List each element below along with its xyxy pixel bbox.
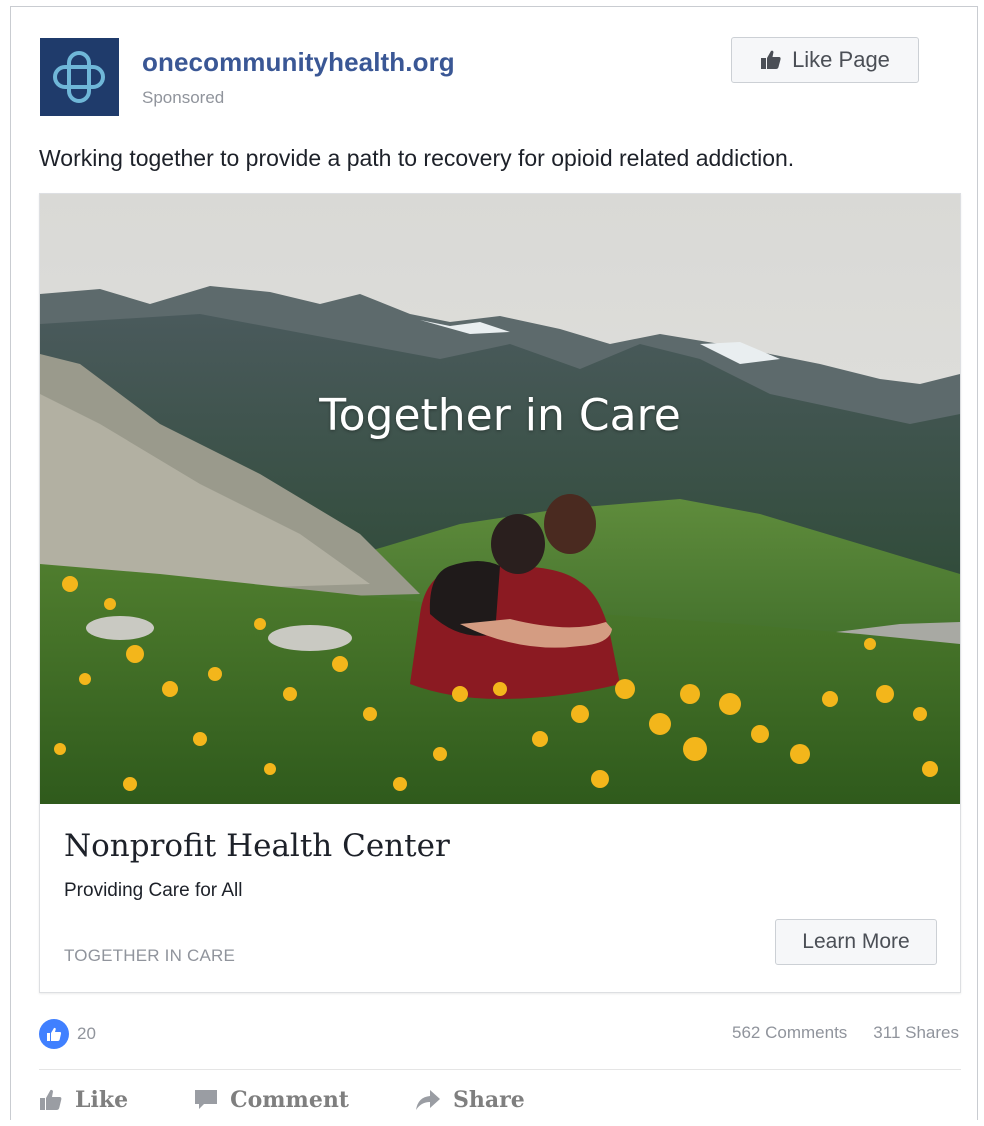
page-logo[interactable] <box>40 38 119 116</box>
ad-link-card[interactable]: Together in Care Nonprofit Health Center… <box>39 193 961 993</box>
ad-headline[interactable]: Nonprofit Health Center <box>64 828 450 864</box>
mountain-meadow-photo <box>40 194 960 804</box>
engagement-stats: 562 Comments 311 Shares <box>732 1023 959 1043</box>
ad-domain-caption: TOGETHER IN CARE <box>64 946 236 965</box>
medical-cross-logo-icon <box>53 51 105 103</box>
comment-icon <box>195 1090 218 1109</box>
share-action-label: Share <box>452 1087 525 1113</box>
learn-more-button[interactable]: Learn More <box>775 919 937 965</box>
like-count: 20 <box>77 1024 96 1043</box>
thumbs-up-icon <box>40 1089 62 1110</box>
page-name-link[interactable]: onecommunityhealth.org <box>142 47 455 78</box>
comment-action-button[interactable]: Comment <box>194 1087 349 1113</box>
post-action-bar: Like Comment Share <box>39 1087 591 1113</box>
share-arrow-icon <box>415 1090 440 1110</box>
shares-count-link[interactable]: 311 Shares <box>873 1023 959 1043</box>
comments-count-link[interactable]: 562 Comments <box>732 1023 847 1043</box>
sponsored-post-card: onecommunityhealth.org Sponsored Like Pa… <box>10 6 978 1120</box>
reaction-summary[interactable]: 20 <box>39 1019 96 1049</box>
ad-description: Providing Care for All <box>64 880 243 901</box>
share-action-button[interactable]: Share <box>415 1087 525 1113</box>
post-text: Working together to provide a path to re… <box>39 145 795 171</box>
like-page-button[interactable]: Like Page <box>731 37 919 83</box>
like-reaction-icon <box>39 1019 69 1049</box>
like-page-label: Like Page <box>792 47 890 72</box>
actions-divider <box>39 1069 961 1070</box>
ad-hero-image[interactable]: Together in Care <box>40 194 960 804</box>
sponsored-label[interactable]: Sponsored <box>142 88 224 108</box>
like-action-label: Like <box>75 1087 129 1113</box>
thumbs-up-icon <box>761 50 781 69</box>
ad-image-overlay-text: Together in Care <box>319 390 681 441</box>
comment-action-label: Comment <box>230 1087 349 1113</box>
like-action-button[interactable]: Like <box>39 1087 128 1113</box>
